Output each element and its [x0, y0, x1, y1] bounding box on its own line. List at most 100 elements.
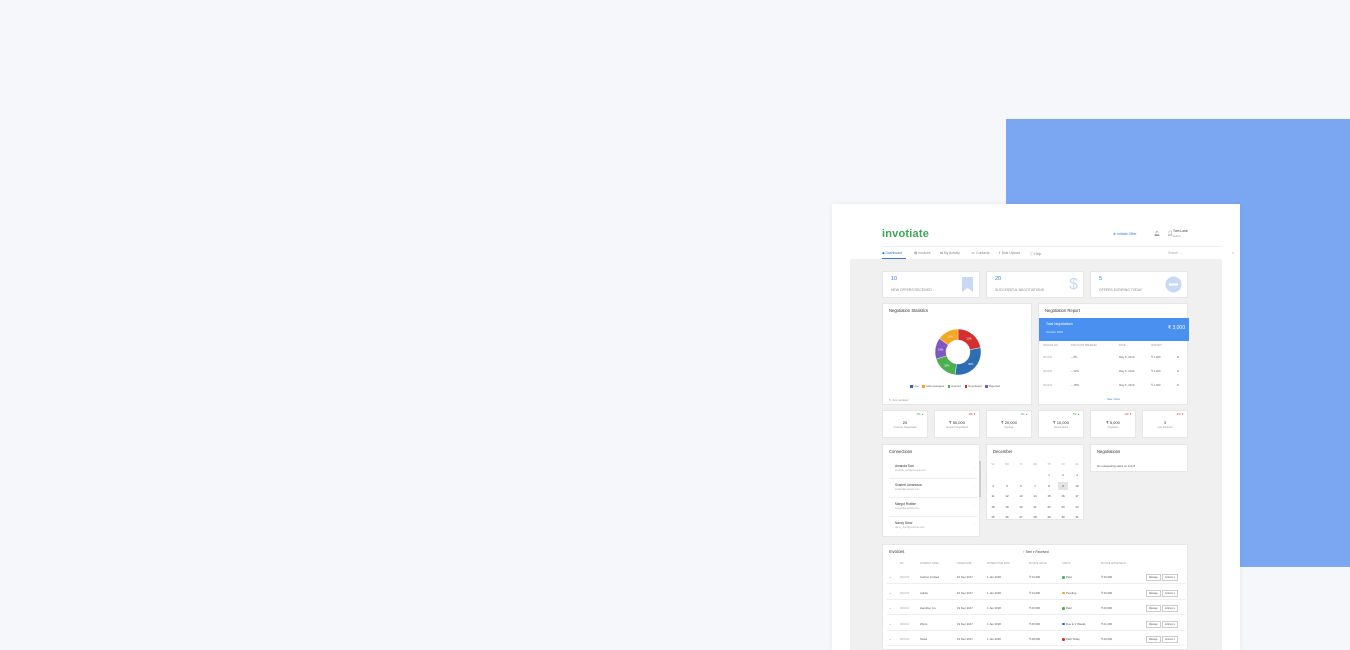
connection-item[interactable]: Scarlett Johansson scarlett@example.com … — [889, 480, 977, 498]
stat-card-negotiations[interactable]: 20 SUCCESSFUL NEGOTIATIONS $ — [986, 271, 1084, 298]
calendar-day[interactable]: 8 — [1044, 482, 1054, 490]
invoice-header: NO. — [900, 563, 905, 565]
calendar-day[interactable]: 15 — [1044, 492, 1054, 500]
calendar-day[interactable]: 7 — [1030, 482, 1040, 490]
calendar-day[interactable]: 10 — [1072, 482, 1082, 490]
nav-help[interactable]: ⓘ Help — [1030, 251, 1041, 256]
mini-stat-card[interactable]: -2% ▼ ₹ 5,000 Payables — [1090, 410, 1136, 438]
actions-dropdown[interactable]: Actions ▾ — [1162, 605, 1178, 612]
initiate-offer-link[interactable]: ⊕ Initiate Offer — [1113, 232, 1137, 236]
search-input[interactable]: Search ... — [1168, 251, 1222, 255]
see-more-link[interactable]: See more — [1107, 397, 1120, 401]
calendar-day[interactable]: 19 — [1002, 503, 1012, 511]
calendar-day[interactable]: 12 — [1002, 492, 1012, 500]
invoice-header: PAYMENT DUE DATE — [987, 563, 1010, 565]
calendar-day[interactable]: 2 — [1058, 471, 1068, 479]
connection-item[interactable]: Margot Robbie margot@example.com › — [889, 499, 977, 517]
calendar-day[interactable]: 20 — [1016, 503, 1026, 511]
refresh-icon[interactable]: ↻ — [889, 398, 891, 402]
calendar-day[interactable]: 14 — [1030, 492, 1040, 500]
stat-card-expiring[interactable]: 5 OFFERS EXPIRING TODAY — [1090, 271, 1188, 298]
mini-stat-value: ₹ 5,000 — [1106, 420, 1120, 425]
report-cell: ₹ 1,000 — [1151, 383, 1161, 387]
no-tasks-text: No outstanding tasks on July 8 — [1097, 464, 1136, 468]
calendar-day[interactable]: 22 — [1044, 503, 1054, 511]
nav-contacts[interactable]: ☏ Contacts — [971, 251, 990, 255]
calendar-day[interactable]: 17 — [1072, 492, 1082, 500]
connection-item[interactable]: Amanda Suci amanda_suci@example.com › — [889, 461, 977, 479]
expand-row-icon[interactable]: ⌄ — [889, 622, 891, 626]
mini-stat-card[interactable]: 6% ▲ ₹ 20,000 Savings — [986, 410, 1032, 438]
actions-dropdown[interactable]: Actions ▾ — [1162, 574, 1178, 581]
card-title: Negotiation Report — [1045, 308, 1080, 313]
mini-stat-card[interactable]: -3% ▼ ₹ 50,000 Amount Negotiated — [934, 410, 980, 438]
calendar-day[interactable]: 18 — [988, 503, 998, 511]
connection-name: Scarlett Johansson — [895, 483, 923, 487]
calendar-day[interactable]: 31 — [1072, 513, 1082, 521]
invoice-after-negotiation: ₹ 20,000 — [1101, 606, 1113, 610]
calendar-day[interactable]: 6 — [1016, 482, 1026, 490]
calendar-day[interactable]: 1 — [1044, 471, 1054, 479]
mini-stat-card[interactable]: -1% ▼ 3 Live Partners — [1142, 410, 1188, 438]
connection-item[interactable]: Nancy Drew nancy_drew@example.com › — [889, 518, 977, 536]
manage-button[interactable]: Manage — [1146, 574, 1161, 581]
calendar-day[interactable]: 4 — [988, 482, 998, 490]
calendar-day[interactable]: 26 — [1002, 513, 1012, 521]
calendar-day[interactable]: 29 — [1044, 513, 1054, 521]
mini-stat-value: ₹ 20,000 — [1001, 420, 1017, 425]
copy-icon[interactable]: ⧉ — [1177, 383, 1179, 387]
calendar-day[interactable]: 3 — [1072, 471, 1082, 479]
stat-label: SUCCESSFUL NEGOTIATIONS — [995, 288, 1044, 292]
report-cell: 001001 — [1043, 369, 1053, 373]
manage-button[interactable]: Manage — [1146, 636, 1161, 643]
invoice-after-negotiation: ₹ 20,000 — [1101, 575, 1113, 579]
invoice-value: ₹ 23,000 — [1029, 575, 1041, 579]
mini-stat-card[interactable]: 8% ▲ 20 Invoices Negotiated — [882, 410, 928, 438]
mini-stat-label: Payables — [1107, 426, 1119, 429]
copy-icon[interactable]: ⧉ — [1177, 369, 1179, 373]
expand-row-icon[interactable]: ⌄ — [889, 591, 891, 595]
stat-card-offers[interactable]: 10 NEW OFFERS RECEIVED — [882, 271, 980, 298]
expand-row-icon[interactable]: ⌄ — [889, 637, 891, 641]
top-bar: invotiate ⊕ Initiate Offer 🔔︎ 👤︎ Tom Los… — [882, 228, 1222, 244]
nav-my-activity[interactable]: ⇆ My Activity — [940, 251, 960, 255]
actions-dropdown[interactable]: Actions ▾ — [1162, 620, 1178, 628]
calendar-day[interactable]: 24 — [1072, 503, 1082, 511]
nav-dashboard[interactable]: ◆ Dashboard — [882, 251, 902, 255]
calendar-day[interactable]: 25 — [988, 513, 998, 521]
bell-icon[interactable]: 🔔︎ — [1154, 231, 1160, 237]
stat-value: 5 — [1099, 276, 1103, 282]
manage-button[interactable]: Manage — [1146, 589, 1161, 597]
calendar-day[interactable]: 16 — [1058, 492, 1068, 500]
calendar-day[interactable]: 27 — [1016, 513, 1026, 521]
connections-scrollbar[interactable] — [979, 461, 981, 497]
mini-stat-card[interactable]: 5% ▲ ₹ 10,000 Receivables — [1038, 410, 1084, 438]
nav-bulk-upload[interactable]: ⇪ Bulk Upload — [998, 251, 1020, 255]
copy-icon[interactable]: ⧉ — [1177, 355, 1179, 359]
manage-button[interactable]: Manage — [1146, 605, 1161, 612]
calendar-day[interactable]: 23 — [1058, 503, 1068, 511]
donut-slice-live[interactable] — [954, 347, 982, 376]
sent-received-filter[interactable]: ↑ Sent ▾ Received — [1023, 550, 1049, 554]
actions-dropdown[interactable]: Actions ▾ — [1162, 636, 1178, 643]
app-logo[interactable]: invotiate — [882, 228, 929, 240]
nav-invoices[interactable]: ▤ Invoices — [914, 251, 931, 255]
report-header-discount: DISCOUNT PREMIUM — [1071, 344, 1097, 347]
calendar-day[interactable]: 13 — [1016, 492, 1026, 500]
calendar-day[interactable]: 11 — [988, 492, 998, 500]
invoice-status-text: Paid — [1066, 606, 1072, 610]
calendar-day[interactable]: 28 — [1030, 513, 1040, 521]
calendar-day[interactable]: 9 — [1058, 481, 1068, 490]
expand-row-icon[interactable]: ⌄ — [889, 606, 891, 610]
calendar-day[interactable]: 5 — [1002, 482, 1012, 490]
manage-button[interactable]: Manage — [1146, 620, 1161, 628]
connection-name: Margot Robbie — [895, 502, 916, 506]
calendar-day[interactable]: 30 — [1058, 513, 1068, 521]
user-name[interactable]: Tom Lose — [1173, 229, 1188, 233]
status-dot — [1062, 576, 1065, 579]
expand-row-icon[interactable]: ⌄ — [889, 575, 891, 579]
invoice-header: OFFER DATE — [957, 563, 972, 565]
search-icon[interactable]: ⌕ — [1232, 250, 1234, 255]
calendar-day[interactable]: 21 — [1030, 503, 1040, 511]
actions-dropdown[interactable]: Actions ▾ — [1162, 589, 1178, 597]
